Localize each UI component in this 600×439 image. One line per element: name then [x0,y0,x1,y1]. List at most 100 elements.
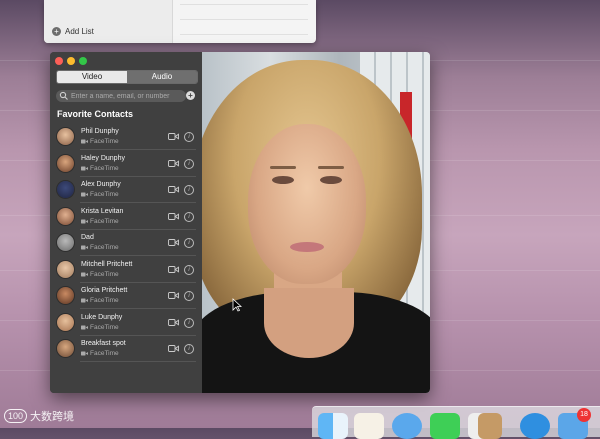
contact-name: Dad [81,234,94,241]
reminders-divider [180,4,308,5]
favorites-heading: Favorite Contacts [57,109,134,119]
info-icon[interactable]: i [184,158,194,169]
contact-row[interactable]: Breakfast spot FaceTime i [50,336,202,362]
mail-badge: 18 [577,408,591,422]
info-icon[interactable]: i [184,344,194,354]
contact-service: FaceTime [81,324,119,331]
video-call-icon[interactable] [168,265,179,274]
tab-audio[interactable]: Audio [127,71,197,83]
video-camera-icon [81,139,88,144]
dock [312,406,600,439]
avatar [57,234,74,251]
avatar [57,128,74,145]
avatar [57,154,74,172]
video-call-icon[interactable] [168,159,179,168]
avatar [57,340,74,357]
video-camera-icon [81,351,88,356]
contact-row[interactable]: Gloria Pritchett FaceTime i [50,283,202,309]
contact-name: Gloria Pritchett [81,287,128,294]
video-camera-icon [81,192,88,197]
info-icon[interactable]: i [184,264,194,275]
zoom-button[interactable] [79,57,87,65]
contact-row[interactable]: Luke Dunphy FaceTime i [50,310,202,336]
contact-service-label: FaceTime [90,244,119,251]
video-camera-icon [81,298,88,303]
reminders-divider [180,19,308,20]
info-icon[interactable]: i [184,291,194,301]
safari-icon[interactable] [392,413,422,439]
watermark-text: 大数跨境 [30,411,75,423]
video-call-icon[interactable] [168,344,179,353]
contact-row[interactable]: Alex Dunphy FaceTime i [50,177,202,203]
video-call-icon[interactable] [168,132,179,141]
watermark-logo: 100 [4,409,28,423]
contacts-icon[interactable] [354,413,384,439]
search-field [56,90,186,102]
contact-name: Phil Dunphy [81,128,119,135]
calendar-icon[interactable] [478,413,502,439]
window-controls [55,57,87,65]
contact-service-label: FaceTime [90,350,119,357]
video-camera-icon [81,325,88,329]
contact-name: Krista Levitan [81,207,124,215]
video-call-icon[interactable] [168,185,179,194]
close-button[interactable] [55,57,63,65]
add-list-label: Add List [65,27,94,36]
contact-service-label: FaceTime [90,164,119,172]
contacts-panel: Video Audio + Favorite Contacts Phil Dun… [50,52,202,393]
video-camera-icon [81,245,88,250]
plus-icon: + [52,27,61,36]
contact-service-label: FaceTime [90,297,119,304]
tab-video[interactable]: Video [57,71,127,83]
avatar [57,287,74,304]
contact-service: FaceTime [81,271,119,278]
search-input[interactable] [69,92,186,100]
watermark: 100 大数跨境 [4,408,74,424]
add-list-button[interactable]: + Add List [52,27,94,36]
contact-row[interactable]: Krista Levitan FaceTime i [50,204,202,230]
reminders-window: + Add List [44,0,316,43]
person-neckline [264,288,354,358]
contact-row[interactable]: Haley Dunphy FaceTime i [50,151,202,177]
info-icon[interactable]: i [184,185,194,195]
contact-row[interactable]: Mitchell Pritchett FaceTime i [50,257,202,283]
add-contact-button[interactable]: + [186,91,195,100]
info-icon[interactable]: i [184,132,194,142]
video-call-icon[interactable] [168,212,179,221]
contact-service: FaceTime [81,350,119,357]
video-camera-icon [81,219,88,223]
mouse-cursor-icon [232,298,242,312]
info-icon[interactable]: i [184,211,194,222]
contact-name: Luke Dunphy [81,313,123,321]
video-audio-toggle: Video Audio [56,70,198,84]
contact-service-label: FaceTime [90,138,119,145]
contact-service: FaceTime [81,297,119,304]
person-face [248,124,366,284]
contact-row[interactable]: Phil Dunphy FaceTime i [50,124,202,150]
minimize-button[interactable] [67,57,75,65]
video-call-icon[interactable] [168,318,179,327]
contact-service-label: FaceTime [90,191,119,198]
video-call-icon[interactable] [168,238,179,247]
avatar [57,181,74,198]
contact-service: FaceTime [81,138,119,145]
safari-compass-icon[interactable] [520,413,550,439]
finder-icon[interactable] [318,413,348,439]
video-camera-icon [81,166,88,170]
contact-service-label: FaceTime [90,217,119,225]
video-call-icon[interactable] [168,291,179,300]
contact-service-label: FaceTime [90,323,119,331]
info-icon[interactable]: i [184,238,194,248]
info-icon[interactable]: i [184,317,194,328]
reminders-sidebar [44,0,173,43]
contact-row[interactable]: Dad FaceTime i [50,230,202,256]
contact-service: FaceTime [81,244,119,251]
facetime-window: Video Audio + Favorite Contacts Phil Dun… [50,52,430,393]
facetime-icon[interactable] [430,413,460,439]
contact-name: Haley Dunphy [81,154,125,162]
contact-name: Alex Dunphy [81,181,121,188]
reminders-divider [180,34,308,35]
avatar [57,313,74,331]
contact-service: FaceTime [81,165,119,172]
video-preview [202,52,430,393]
